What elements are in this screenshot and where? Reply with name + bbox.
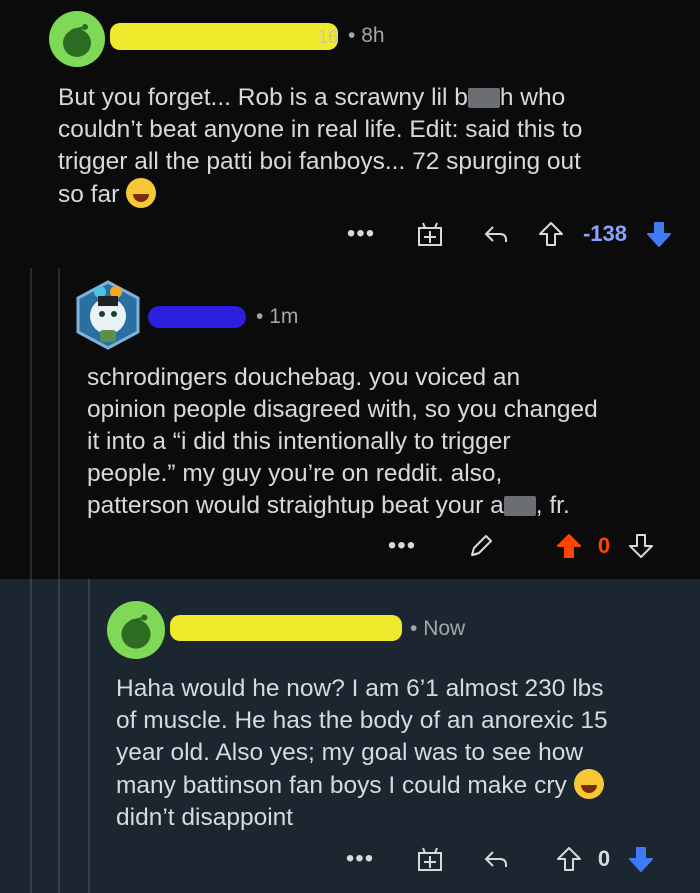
timestamp: Now: [423, 617, 466, 640]
timestamp: 8h: [361, 24, 385, 47]
comment-3: • Now Haha would he now? I am 6’1 almost…: [0, 579, 700, 893]
meta-separator: •: [410, 617, 418, 640]
upvote-icon[interactable]: [552, 841, 586, 877]
vote-score: 0: [592, 528, 616, 564]
redacted-username[interactable]: [148, 306, 246, 328]
snoo-icon: [63, 24, 91, 57]
more-options-icon[interactable]: •••: [386, 528, 418, 564]
laughing-emoji-icon: [573, 769, 604, 799]
avatar[interactable]: [76, 280, 140, 350]
username-fragment: 16: [318, 27, 339, 47]
vote-score: 0: [592, 841, 616, 877]
body-text-part: But you forget... Rob is a scrawny lil b: [58, 84, 468, 111]
censor-block: [467, 88, 500, 108]
upvote-icon[interactable]: [552, 528, 586, 564]
more-options-icon[interactable]: •••: [345, 216, 377, 252]
meta-separator: •: [256, 305, 264, 328]
comment-body: But you forget... Rob is a scrawny lil b…: [58, 82, 698, 211]
comment-meta: • 8h: [348, 24, 385, 48]
downvote-icon[interactable]: [642, 216, 676, 252]
body-text-part: , fr.: [535, 492, 570, 519]
laughing-emoji-icon: [126, 178, 157, 208]
score-value: -138: [582, 221, 628, 246]
redacted-username[interactable]: [110, 23, 338, 50]
comment-2: • 1m schrodingers douchebag. you voiced …: [0, 268, 700, 579]
comment-actions: ••• 0: [0, 528, 700, 564]
avatar[interactable]: [49, 11, 105, 67]
timestamp: 1m: [269, 305, 299, 328]
comment-actions: ••• 0: [0, 841, 700, 877]
comment-meta: • Now: [410, 617, 465, 641]
upvote-icon[interactable]: [534, 216, 568, 252]
more-options-icon[interactable]: •••: [344, 841, 376, 877]
reply-icon[interactable]: [479, 841, 513, 877]
comment-actions: ••• -138: [0, 216, 700, 252]
avatar[interactable]: [107, 601, 165, 659]
body-text-part: didn’t disappoint: [116, 804, 294, 831]
censor-block: [503, 496, 536, 516]
reply-icon[interactable]: [479, 216, 513, 252]
comment-body: Haha would he now? I am 6’1 almost 230 l…: [116, 673, 700, 834]
award-icon[interactable]: [413, 841, 447, 877]
downvote-icon[interactable]: [624, 528, 658, 564]
meta-separator: •: [348, 24, 356, 47]
hexagon-avatar-icon: [76, 280, 140, 350]
body-text-part: Haha would he now? I am 6’1 almost 230 l…: [116, 675, 608, 799]
comment-1: 16 • 8h But you forget... Rob is a scraw…: [0, 0, 700, 268]
redacted-username[interactable]: [170, 615, 402, 641]
award-icon[interactable]: [413, 216, 447, 252]
comment-body: schrodingers douchebag. you voiced an op…: [87, 362, 699, 522]
snoo-icon: [121, 614, 151, 649]
comment-meta: • 1m: [256, 305, 298, 329]
score-value: 0: [597, 846, 611, 871]
vote-score: -138: [576, 216, 634, 252]
downvote-icon[interactable]: [624, 841, 658, 877]
score-value: 0: [597, 533, 611, 558]
edit-icon[interactable]: [464, 528, 498, 564]
